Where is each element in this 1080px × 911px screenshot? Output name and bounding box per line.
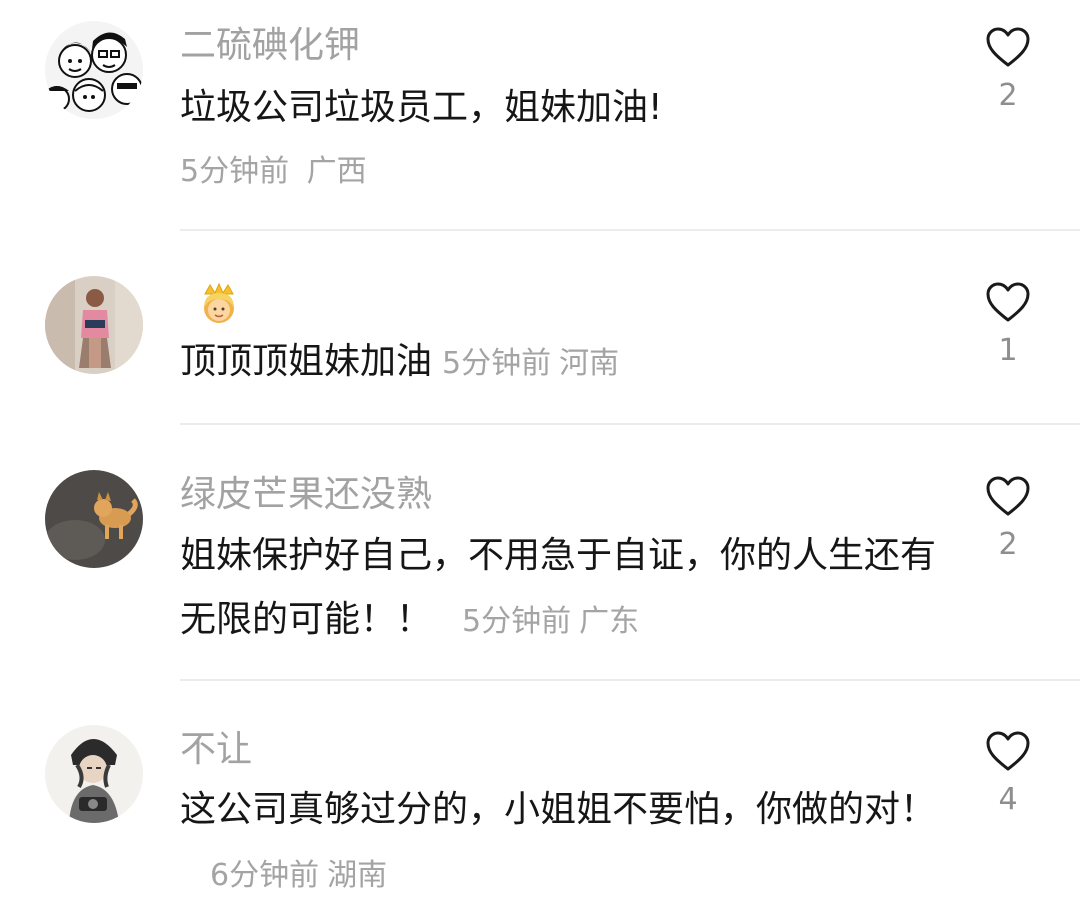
comment-body: 垃圾公司垃圾员工，姐妹加油! (180, 87, 663, 128)
username[interactable]: 绿皮芒果还没熟 (180, 473, 432, 517)
comment-body: 这公司真够过分的，小姐姐不要怕，你做的对！ (180, 789, 937, 830)
user-avatar[interactable] (45, 21, 143, 119)
username[interactable]: 不让 (180, 728, 252, 772)
comment-location: 广西 (306, 154, 367, 189)
comment-time: 5分钟前 (442, 346, 552, 381)
user-avatar[interactable] (45, 276, 143, 374)
like-count: 2 (998, 527, 1018, 562)
like-button[interactable]: 2 (975, 26, 1041, 114)
divider (180, 229, 1080, 231)
cartoon-crowd-avatar (45, 21, 143, 119)
comment-location: 湖南 (327, 858, 388, 893)
comment-meta: 5分钟前 广西 (180, 152, 367, 192)
shiba-dog-avatar (45, 470, 143, 568)
comment-text: 这公司真够过分的，小姐姐不要怕，你做的对！ 6分钟前 湖南 (180, 778, 950, 908)
username[interactable]: 二硫碘化钾 (180, 24, 360, 68)
comment-location: 河南 (559, 346, 620, 381)
heart-outline-icon (986, 476, 1030, 516)
like-button[interactable]: 2 (975, 475, 1041, 563)
like-button[interactable]: 4 (975, 730, 1041, 818)
divider (180, 423, 1080, 425)
user-avatar[interactable] (45, 470, 143, 568)
comment-time: 6分钟前 (210, 858, 320, 893)
like-count: 4 (998, 782, 1018, 817)
comment-time: 5分钟前 (462, 604, 572, 639)
heart-outline-icon (986, 282, 1030, 322)
comment-body: 顶顶顶姐妹加油 (180, 341, 433, 382)
comment-location: 广东 (579, 604, 640, 639)
like-count: 1 (998, 333, 1018, 368)
like-count: 2 (998, 78, 1018, 113)
anime-boy-avatar (45, 725, 143, 823)
divider (180, 679, 1080, 681)
heart-outline-icon (986, 731, 1030, 771)
comment-text: 姐妹保护好自己，不用急于自证，你的人生还有无限的可能！！ 5分钟前 广东 (180, 524, 950, 654)
princess-emoji-icon (196, 282, 242, 328)
girl-photo-avatar (45, 276, 143, 374)
user-avatar[interactable] (45, 725, 143, 823)
comment-time: 5分钟前 (180, 154, 290, 189)
like-button[interactable]: 1 (975, 281, 1041, 369)
comment-text: 顶顶顶姐妹加油 5分钟前 河南 (180, 330, 950, 396)
comment-text: 垃圾公司垃圾员工，姐妹加油! (180, 76, 950, 140)
heart-outline-icon (986, 27, 1030, 67)
